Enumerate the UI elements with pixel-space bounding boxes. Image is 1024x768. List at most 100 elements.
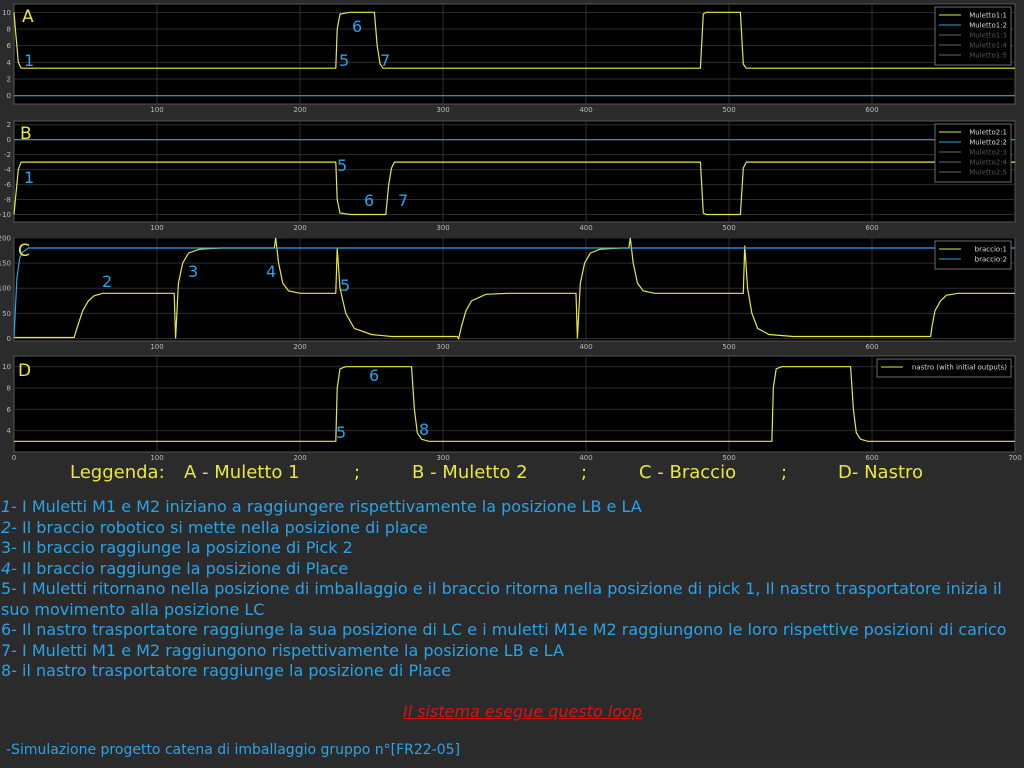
plot-area	[13, 355, 1016, 453]
y-tick-label: 8	[7, 26, 11, 34]
y-tick-label: -6	[4, 181, 12, 189]
annotation-label: 4	[266, 262, 276, 281]
x-tick-label: 500	[722, 106, 735, 114]
legend-entry: Muletto1:3	[969, 32, 1007, 40]
loop-text: Il sistema esegue questo loop	[402, 702, 642, 721]
legend-entry: Muletto2:5	[969, 169, 1007, 177]
x-tick-label: 100	[150, 224, 163, 232]
annotation-label: 8	[419, 420, 429, 439]
x-tick-label: 600	[865, 343, 878, 351]
y-tick-label: 2	[7, 121, 11, 129]
legend-entry: Muletto2:2	[969, 139, 1007, 147]
legend-line: Leggenda: A - Muletto 1 ; B - Muletto 2 …	[0, 462, 1024, 488]
annotation-label: 1	[24, 51, 34, 70]
annotation-label: 5	[339, 51, 349, 70]
note-item: 4- Il braccio raggiunge la posizione di …	[1, 558, 349, 578]
chart-panel-c: 0 50 100 150 200 100 200 300 400 500 600 braccio:1 b…	[0, 235, 1016, 351]
legend-title: Leggenda:	[70, 462, 165, 483]
x-tick-label: 100	[150, 454, 163, 462]
annotation-label: 3	[188, 262, 198, 281]
y-tick-label: 10	[2, 9, 11, 17]
x-tick-label: 100	[150, 343, 163, 351]
y-tick-label: 0	[7, 92, 11, 100]
legend-entry: Muletto1:1	[969, 12, 1007, 20]
panel-label: C	[18, 241, 30, 261]
y-tick-label: 200	[0, 235, 11, 243]
y-tick-label: 6	[7, 42, 12, 50]
note-item: 8- il nastro trasportatore raggiunge la …	[1, 661, 451, 680]
panel-label: B	[20, 124, 32, 144]
chart-panel-d: 468100 100 200 300 400 500 600 700nastro (with …	[2, 355, 1022, 462]
annotation-label: 2	[102, 272, 112, 291]
x-tick-label: 300	[436, 224, 449, 232]
legend-item-a: A - Muletto 1	[184, 462, 300, 483]
legend-item-b: B - Muletto 2	[412, 462, 528, 483]
x-tick-label: 200	[293, 224, 306, 232]
note-item: 1- I Muletti M1 e M2 iniziano a raggiung…	[1, 497, 642, 516]
note-item: 2- Il braccio robotico si mette nella po…	[1, 517, 428, 537]
legend-entry: Muletto1:5	[969, 52, 1007, 60]
x-tick-label: 100	[150, 106, 163, 114]
y-tick-label: -4	[4, 166, 12, 174]
y-tick-label: 10	[2, 363, 11, 371]
x-tick-label: 300	[436, 106, 449, 114]
plot-area	[13, 3, 1016, 105]
y-tick-label: 2	[7, 76, 11, 84]
legend-entry: braccio:1	[975, 246, 1007, 254]
scope-plots: 0246810100 200 300 400 500 600Muletto1:1Mulet…	[0, 3, 1022, 462]
legend-entry: Muletto2:1	[969, 129, 1007, 137]
annotation-label: 7	[398, 191, 408, 210]
x-tick-label: 200	[293, 106, 306, 114]
plot-area	[13, 237, 1016, 342]
legend-entry: nastro (with initial outputs)	[912, 364, 1007, 372]
x-tick-label: 300	[436, 454, 449, 462]
panel-label: D	[18, 361, 31, 381]
x-tick-label: 200	[293, 454, 306, 462]
y-tick-label: -2	[4, 151, 11, 159]
legend-entry: Muletto2:3	[969, 149, 1007, 157]
annotation-label: 5	[340, 276, 350, 295]
x-tick-label: 700	[1008, 454, 1021, 462]
x-tick-label: 600	[865, 224, 878, 232]
annotation-label: 7	[380, 51, 390, 70]
note-item: 7- I Muletti M1 e M2 raggiungono rispett…	[1, 640, 564, 660]
annotation-label: 6	[352, 17, 362, 36]
y-tick-label: 0	[7, 335, 11, 343]
plot-area	[13, 120, 1016, 223]
x-tick-label: 200	[293, 343, 306, 351]
legend-separator: ;	[581, 462, 588, 483]
chart-panel-b: -10 -8 -6 -4 -2 0 2 100 200 300 400 500 600 Muletto2:…	[0, 120, 1016, 232]
x-tick-label: 300	[436, 343, 449, 351]
annotation-label: 1	[24, 168, 34, 187]
legend-item-d: D- Nastro	[838, 462, 924, 483]
chart-panel-a: 0 2 4 6 8 10 100 200 300 400 500 600 Muletto1:1 Mulet…	[2, 3, 1016, 114]
annotation-label: 5	[337, 156, 347, 175]
x-tick-label: 600	[865, 454, 878, 462]
x-tick-label: 400	[579, 343, 592, 351]
y-tick-label: 0	[7, 136, 11, 144]
y-tick-label: 50	[2, 310, 11, 318]
annotation-label: 5	[336, 423, 346, 442]
footer-text: -Simulazione progetto catena di imballag…	[6, 742, 461, 758]
annotation-label: 6	[369, 366, 379, 385]
note-item: 5- I Muletti ritornano nella posizione d…	[1, 579, 1002, 619]
y-tick-label: 100	[0, 285, 11, 293]
x-tick-label: 500	[722, 343, 735, 351]
x-tick-label: 500	[722, 224, 735, 232]
legend-entry: braccio:2	[975, 256, 1007, 264]
x-tick-label: 400	[579, 224, 592, 232]
y-tick-label: 6	[7, 406, 12, 414]
x-tick-label: 600	[865, 106, 878, 114]
x-tick-label: 500	[722, 454, 735, 462]
legend-separator: ;	[354, 462, 361, 483]
notes-list: 1- I Muletti M1 e M2 iniziano a raggiung…	[1, 497, 1021, 682]
y-tick-label: 4	[7, 59, 12, 67]
x-tick-label: 400	[579, 454, 592, 462]
legend-item-c: C - Braccio	[639, 462, 737, 483]
y-tick-label: 4	[7, 427, 12, 435]
note-item: 6- Il nastro trasportatore raggiunge la …	[1, 620, 1007, 639]
y-tick-label: 8	[7, 385, 11, 393]
legend-entry: Muletto1:2	[969, 22, 1007, 30]
legend-entry: Muletto2:4	[969, 159, 1007, 167]
x-tick-label: 0	[12, 454, 16, 462]
